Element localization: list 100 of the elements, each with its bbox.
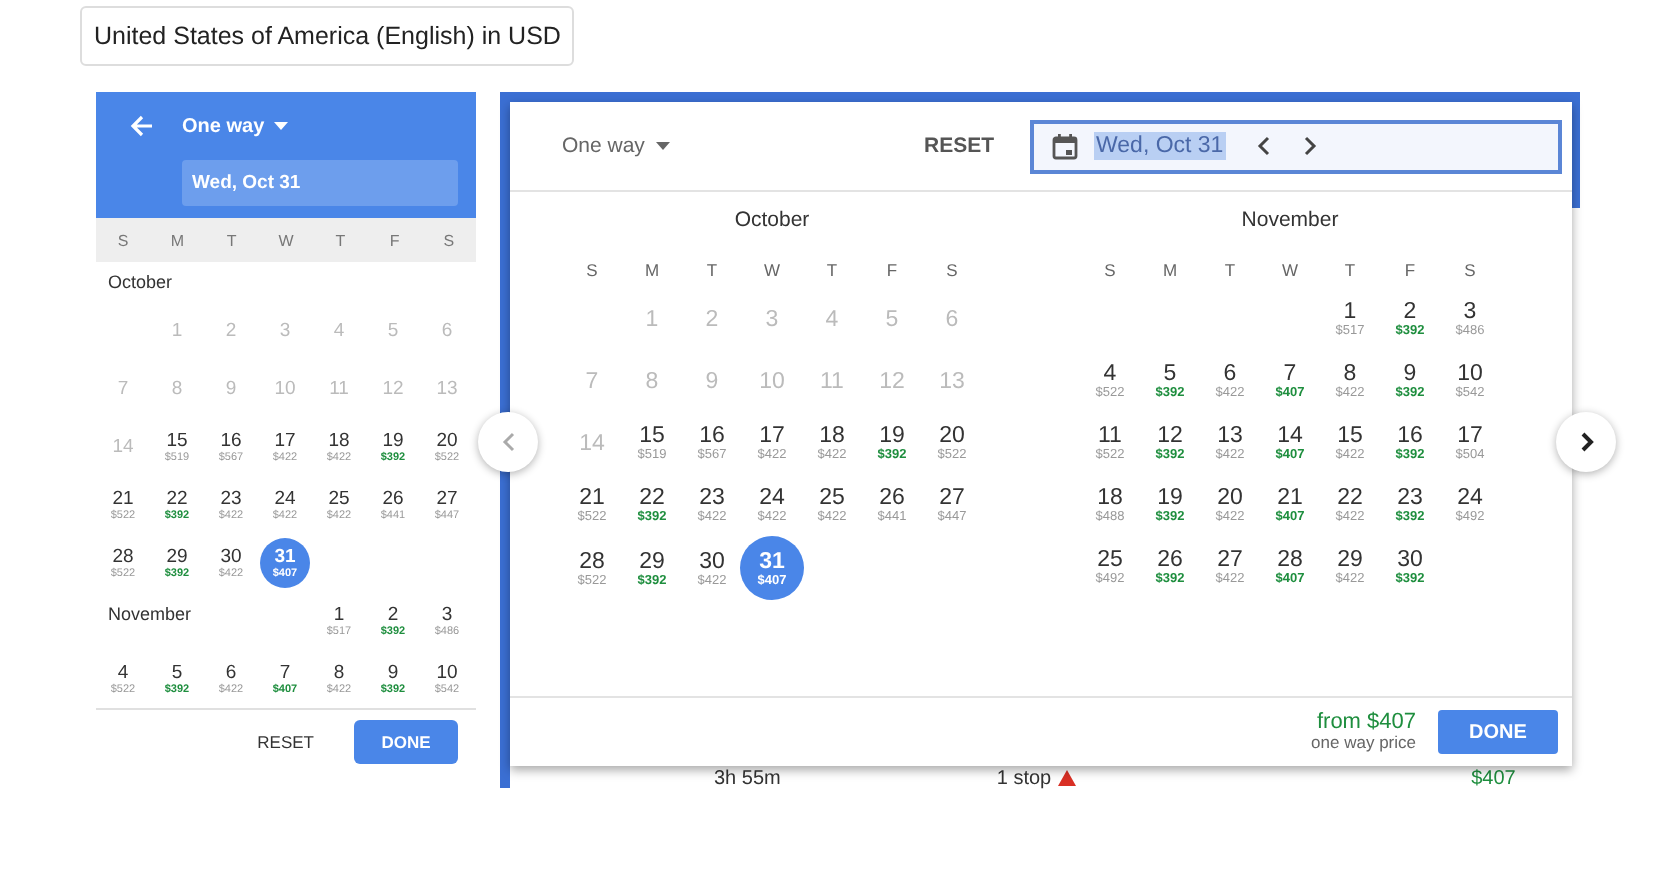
day-number[interactable]: 18: [1097, 486, 1123, 510]
day-number[interactable]: 9: [387, 662, 399, 685]
weekday-label: F: [884, 260, 900, 280]
day-number: 3: [765, 307, 779, 331]
day-number[interactable]: 10: [1457, 362, 1483, 386]
day-number[interactable]: 30: [220, 546, 242, 569]
day-number[interactable]: 11: [1098, 424, 1122, 448]
day-number[interactable]: 19: [382, 430, 404, 453]
weekday-label: W: [276, 231, 296, 250]
day-number[interactable]: 15: [1337, 424, 1363, 448]
day-number: 12: [879, 369, 905, 393]
day-number[interactable]: 10: [436, 662, 458, 685]
day-number[interactable]: 2: [1403, 300, 1417, 324]
day-number[interactable]: 2: [387, 604, 399, 627]
day-number[interactable]: 3: [441, 604, 453, 627]
day-number[interactable]: 9: [1403, 362, 1417, 386]
day-number[interactable]: 22: [1337, 486, 1363, 510]
day-number[interactable]: 5: [1163, 362, 1177, 386]
day-number[interactable]: 28: [112, 546, 134, 569]
day-number[interactable]: 22: [639, 486, 665, 510]
day-number[interactable]: 19: [879, 424, 905, 448]
day-number[interactable]: 21: [112, 488, 134, 511]
day-number[interactable]: 4: [1103, 362, 1117, 386]
day-number[interactable]: 24: [274, 488, 296, 511]
locale-selector[interactable]: United States of America (English) in USD: [80, 6, 575, 66]
day-number[interactable]: 23: [1397, 486, 1423, 510]
previous-date-icon[interactable]: [1255, 136, 1272, 156]
day-number[interactable]: 22: [166, 488, 188, 511]
next-month-button[interactable]: [1556, 412, 1616, 472]
day-number[interactable]: 17: [759, 424, 785, 448]
day-number[interactable]: 17: [1457, 424, 1483, 448]
day-number[interactable]: 26: [1157, 548, 1183, 572]
day-number[interactable]: 6: [225, 662, 237, 685]
day-number[interactable]: 21: [1277, 486, 1303, 510]
weekday-label: W: [1279, 260, 1301, 280]
day-number[interactable]: 1: [1343, 300, 1357, 324]
day-number[interactable]: 15: [166, 430, 188, 453]
day-number[interactable]: 26: [382, 488, 404, 511]
day-number[interactable]: 14: [1277, 424, 1303, 448]
day-number[interactable]: 19: [1157, 486, 1183, 510]
day-number[interactable]: 23: [699, 486, 725, 510]
reset-button[interactable]: RESET: [253, 728, 318, 757]
day-number[interactable]: 23: [220, 488, 242, 511]
flight-stops: 1 stop: [996, 767, 1052, 789]
day-number[interactable]: 13: [1217, 424, 1243, 448]
weekday-label: S: [115, 231, 131, 250]
day-number[interactable]: 29: [166, 546, 188, 569]
day-number[interactable]: 5: [171, 662, 183, 685]
day-number: 4: [825, 307, 839, 331]
day-number[interactable]: 29: [639, 549, 665, 573]
weekday-label: T: [704, 260, 720, 280]
day-number[interactable]: 30: [699, 549, 725, 573]
weekday-label: S: [1102, 260, 1118, 280]
done-button[interactable]: DONE: [354, 720, 458, 765]
day-number[interactable]: 29: [1337, 548, 1363, 572]
month-title: November: [108, 604, 192, 625]
day-number[interactable]: 1: [333, 604, 345, 627]
day-number: 13: [436, 378, 458, 401]
day-number[interactable]: 8: [1343, 362, 1357, 386]
day-number[interactable]: 20: [939, 424, 965, 448]
day-number[interactable]: 28: [579, 549, 605, 573]
day-number[interactable]: 27: [436, 488, 458, 511]
day-number: 1: [645, 307, 659, 331]
day-number[interactable]: 20: [1217, 486, 1243, 510]
day-number[interactable]: 25: [819, 486, 845, 510]
day-number[interactable]: 24: [1457, 486, 1483, 510]
day-number[interactable]: 25: [328, 488, 350, 511]
day-number[interactable]: 12: [1157, 424, 1183, 448]
day-number[interactable]: 4: [117, 662, 129, 685]
day-number: 4: [333, 320, 345, 343]
day-number[interactable]: 18: [819, 424, 845, 448]
done-button[interactable]: DONE: [1438, 710, 1558, 754]
trip-type-dropdown[interactable]: One way: [562, 134, 671, 158]
day-number[interactable]: 3: [1463, 300, 1477, 324]
day-number: 3: [279, 320, 291, 343]
day-number[interactable]: 24: [759, 486, 785, 510]
back-arrow-icon[interactable]: [130, 114, 154, 138]
day-number[interactable]: 7: [1283, 362, 1297, 386]
day-number[interactable]: 18: [328, 430, 350, 453]
warning-icon: [1057, 770, 1076, 786]
day-number[interactable]: 6: [1223, 362, 1237, 386]
day-number[interactable]: 28: [1277, 548, 1303, 572]
day-number[interactable]: 16: [1397, 424, 1423, 448]
reset-button[interactable]: RESET: [911, 132, 1006, 160]
next-date-icon[interactable]: [1301, 136, 1318, 156]
day-number[interactable]: 27: [1217, 548, 1243, 572]
day-number[interactable]: 20: [436, 430, 458, 453]
day-number[interactable]: 25: [1097, 548, 1123, 572]
day-number[interactable]: 21: [579, 486, 605, 510]
day-number[interactable]: 26: [879, 486, 905, 510]
day-number[interactable]: 30: [1397, 548, 1423, 572]
trip-type-dropdown[interactable]: One way: [182, 115, 289, 137]
day-number[interactable]: 27: [939, 486, 965, 510]
day-number[interactable]: 16: [699, 424, 725, 448]
day-number[interactable]: 7: [279, 662, 291, 685]
day-number[interactable]: 16: [220, 430, 242, 453]
day-number[interactable]: 17: [274, 430, 296, 453]
day-number[interactable]: 15: [639, 424, 665, 448]
day-number: 1: [171, 320, 183, 343]
day-number[interactable]: 8: [333, 662, 345, 685]
